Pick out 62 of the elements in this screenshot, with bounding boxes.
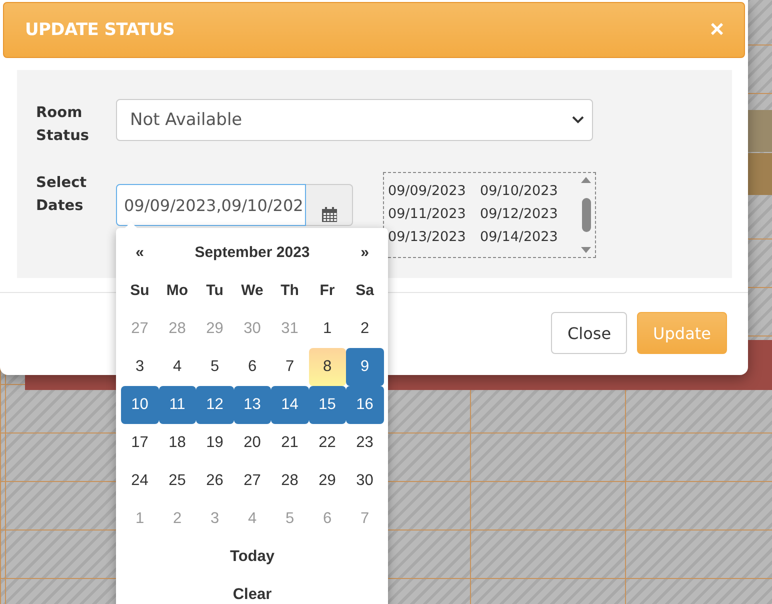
scroll-down-icon[interactable] <box>581 247 591 253</box>
calendar-day[interactable]: 15 <box>308 386 346 424</box>
calendar-day[interactable]: 30 <box>346 462 384 500</box>
weekday-label: Fr <box>318 281 336 302</box>
chevron-down-icon <box>572 116 584 124</box>
calendar-day[interactable]: 19 <box>196 424 234 462</box>
calendar-day[interactable]: 7 <box>271 348 308 386</box>
calendar-day[interactable]: 1 <box>308 310 346 348</box>
room-status-select[interactable]: Not Available <box>116 99 593 141</box>
calendar-day[interactable]: 14 <box>271 386 308 424</box>
calendar-day[interactable]: 18 <box>158 424 196 462</box>
calendar-day[interactable]: 10 <box>121 386 158 424</box>
calendar-day[interactable]: 6 <box>234 348 271 386</box>
calendar-day[interactable]: 16 <box>346 386 384 424</box>
weekday-label: Th <box>280 281 300 302</box>
prev-month-button[interactable]: « <box>121 234 158 272</box>
date-entry: 09/09/2023 <box>388 182 467 201</box>
schedule-bar <box>748 110 772 152</box>
calendar-day[interactable]: 28 <box>271 462 308 500</box>
calendar-day[interactable]: 25 <box>158 462 196 500</box>
calendar-day[interactable]: 21 <box>271 424 308 462</box>
calendar-day[interactable]: 8 <box>308 348 346 386</box>
calendar-day[interactable]: 11 <box>158 386 196 424</box>
weekday-label: We <box>240 281 264 302</box>
weekday-label: Tu <box>205 281 224 302</box>
calendar-day[interactable]: 22 <box>308 424 346 462</box>
calendar-day[interactable]: 2 <box>346 310 384 348</box>
today-button[interactable]: Today <box>121 538 384 576</box>
field-label: Room Status <box>36 104 90 146</box>
calendar-day[interactable]: 5 <box>196 348 234 386</box>
date-entry: 09/10/2023 <box>480 182 559 201</box>
close-button[interactable]: Close <box>551 312 628 354</box>
date-entry: 09/11/2023 <box>388 205 467 224</box>
calendar-day[interactable]: 3 <box>121 348 158 386</box>
weekday-label: Sa <box>354 281 375 302</box>
weekday-label: Su <box>129 281 150 302</box>
weekday-label: Mo <box>165 281 190 302</box>
calendar-day[interactable]: 12 <box>196 386 234 424</box>
date-entry: 09/13/2023 <box>388 228 467 247</box>
clear-button[interactable]: Clear <box>121 576 384 604</box>
calendar-day[interactable]: 4 <box>158 348 196 386</box>
calendar-day[interactable]: 13 <box>234 386 271 424</box>
date-entry: 09/14/2023 <box>480 228 559 247</box>
calendar-addon[interactable] <box>306 184 353 226</box>
month-title[interactable]: September 2023 <box>158 234 346 272</box>
calendar-day[interactable]: 26 <box>196 462 234 500</box>
calendar-day[interactable]: 24 <box>121 462 158 500</box>
schedule-bar <box>748 153 772 195</box>
dates-input[interactable]: 09/09/2023,09/10/202 <box>116 184 306 226</box>
calendar-day[interactable]: 29 <box>308 462 346 500</box>
calendar-icon <box>320 206 338 223</box>
calendar-day[interactable]: 17 <box>121 424 158 462</box>
scrollbar-thumb[interactable] <box>582 198 590 232</box>
calendar-day[interactable]: 23 <box>346 424 384 462</box>
calendar-day[interactable]: 20 <box>234 424 271 462</box>
calendar-day[interactable]: 27 <box>234 462 271 500</box>
dialog-title: UPDATE STATUS <box>25 20 174 40</box>
next-month-button[interactable]: » <box>346 234 384 272</box>
scroll-up-icon[interactable] <box>581 177 591 183</box>
calendar-day[interactable]: 9 <box>346 348 384 386</box>
field-label: Select Dates <box>36 174 88 216</box>
date-entry: 09/12/2023 <box>480 205 559 224</box>
